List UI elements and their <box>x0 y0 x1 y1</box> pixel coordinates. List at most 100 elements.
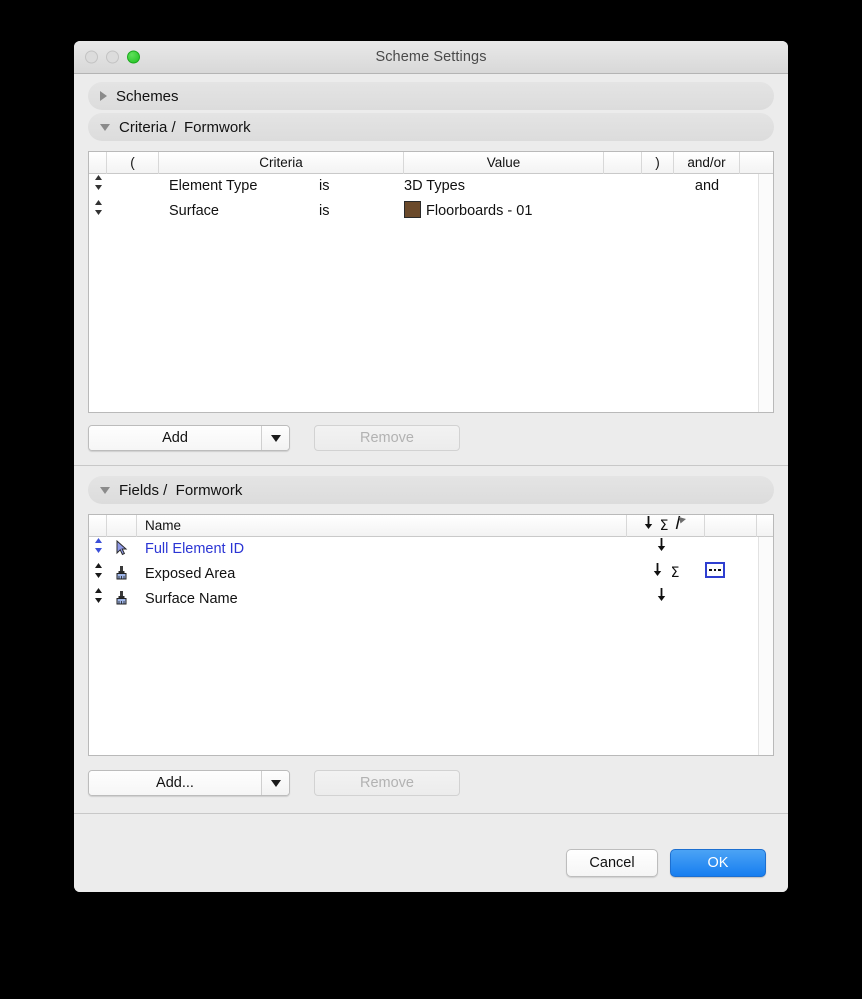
zoom-button-icon[interactable] <box>127 50 140 64</box>
color-swatch[interactable] <box>404 201 421 218</box>
criteria-value-text: Floorboards - 01 <box>426 203 533 219</box>
criteria-button-row: Add Remove <box>88 425 774 451</box>
fields-row-name[interactable]: Exposed Area <box>137 562 627 587</box>
ok-button[interactable]: OK <box>670 849 766 877</box>
criteria-remove-button[interactable]: Remove <box>314 425 460 451</box>
sort-handle-icon[interactable] <box>89 537 107 554</box>
criteria-row-name[interactable]: Element Type <box>159 174 319 199</box>
window-title: Scheme Settings <box>375 49 487 65</box>
sort-handle-icon[interactable] <box>89 587 107 604</box>
fields-remove-button[interactable]: Remove <box>314 770 460 796</box>
sort-handle-icon[interactable] <box>89 562 107 579</box>
cancel-button[interactable]: Cancel <box>566 849 658 877</box>
fields-button-row: Add... Remove <box>88 770 774 796</box>
window-titlebar[interactable]: Scheme Settings <box>74 41 788 74</box>
criteria-row-paren-open[interactable] <box>107 174 159 199</box>
footer-divider <box>74 813 788 814</box>
sort-down-icon[interactable] <box>657 537 666 561</box>
section-label-schemes: Schemes <box>116 87 179 105</box>
fields-row-icon <box>107 537 137 562</box>
dot-icon <box>713 568 717 572</box>
fields-col-handle[interactable] <box>89 515 107 537</box>
fields-row-icon <box>107 562 137 587</box>
disclosure-triangle-open-icon[interactable] <box>100 486 110 494</box>
fields-col-name[interactable]: Name <box>137 515 627 537</box>
criteria-col-spacer2[interactable] <box>604 152 642 174</box>
section-header-fields[interactable]: Fields / Formwork <box>88 476 774 504</box>
fields-row-flags[interactable] <box>627 537 705 562</box>
fields-scrollbar[interactable] <box>758 537 773 755</box>
chevron-down-icon <box>270 434 281 442</box>
sort-down-icon <box>644 515 653 536</box>
sigma-toggle[interactable]: Σ <box>671 566 680 580</box>
sort-down-icon[interactable] <box>653 562 662 586</box>
section-header-criteria[interactable]: Criteria / Formwork <box>88 113 774 141</box>
fields-table-header: Name Σ <box>89 515 773 537</box>
criteria-row-name[interactable]: Surface <box>159 199 319 224</box>
criteria-col-criteria[interactable]: Criteria <box>159 152 404 174</box>
fields-row-flags[interactable] <box>627 587 705 612</box>
fields-row-handle[interactable] <box>89 537 107 562</box>
fields-table: Name Σ Full Element ID Exposed Area Σ Su… <box>88 514 774 756</box>
fields-row-name[interactable]: Surface Name <box>137 587 627 612</box>
criteria-row-paren-close[interactable] <box>642 174 674 199</box>
criteria-row-value[interactable]: 3D Types <box>404 174 604 199</box>
criteria-table-header: ( Criteria Value ) and/or <box>89 152 773 174</box>
section-label-fields: Fields / Formwork <box>119 481 243 499</box>
fields-row-name[interactable]: Full Element ID <box>137 537 627 562</box>
sort-down-icon[interactable] <box>657 587 666 611</box>
fields-row-handle[interactable] <box>89 587 107 612</box>
criteria-col-value[interactable]: Value <box>404 152 604 174</box>
fields-row-handle[interactable] <box>89 562 107 587</box>
dot-icon <box>709 568 712 572</box>
dialog-content: Schemes Criteria / Formwork ( Criteria V… <box>74 74 788 834</box>
criteria-row-handle[interactable] <box>89 199 107 224</box>
more-options-button[interactable] <box>705 562 725 578</box>
criteria-row-operator[interactable]: is <box>319 199 404 224</box>
criteria-row-operator[interactable]: is <box>319 174 404 199</box>
fields-add-dropdown-button[interactable] <box>261 771 289 795</box>
sort-handle-icon[interactable] <box>89 174 107 191</box>
sort-handle-icon[interactable] <box>89 199 107 216</box>
criteria-col-andor[interactable]: and/or <box>674 152 740 174</box>
criteria-add-split-button[interactable]: Add <box>88 425 290 451</box>
fields-row-flags[interactable]: Σ <box>627 562 705 587</box>
disclosure-triangle-closed-icon[interactable] <box>100 91 107 101</box>
traffic-light-group <box>85 50 140 64</box>
criteria-value-text: 3D Types <box>404 178 465 194</box>
section-label-criteria: Criteria / Formwork <box>119 118 251 136</box>
criteria-add-dropdown-button[interactable] <box>261 426 289 450</box>
table-row[interactable]: Full Element ID <box>89 537 773 562</box>
fields-col-icons[interactable]: Σ <box>627 515 705 537</box>
table-row[interactable]: Surface Name <box>89 587 773 612</box>
criteria-col-paren-open[interactable]: ( <box>107 152 159 174</box>
criteria-row-andor[interactable]: and <box>674 174 740 199</box>
section-divider <box>74 465 788 466</box>
table-row[interactable]: Surface is Floorboards - 01 <box>89 199 773 224</box>
criteria-add-button[interactable]: Add <box>89 426 261 450</box>
table-row[interactable]: Element Type is 3D Types and <box>89 174 773 199</box>
criteria-col-paren-close[interactable]: ) <box>642 152 674 174</box>
fields-add-split-button[interactable]: Add... <box>88 770 290 796</box>
paintbrush-icon <box>116 566 127 580</box>
fields-col-end <box>757 515 772 537</box>
criteria-row-value[interactable]: Floorboards - 01 <box>404 199 604 224</box>
fields-row-options[interactable] <box>705 562 757 587</box>
criteria-row-andor[interactable] <box>674 199 740 224</box>
disclosure-triangle-open-icon[interactable] <box>100 123 110 131</box>
fields-add-button[interactable]: Add... <box>89 771 261 795</box>
criteria-col-handle[interactable] <box>89 152 107 174</box>
close-button-icon <box>85 50 98 64</box>
criteria-row-paren-open[interactable] <box>107 199 159 224</box>
dialog-footer: Cancel OK <box>74 834 788 892</box>
section-header-schemes[interactable]: Schemes <box>88 82 774 110</box>
fields-col-options[interactable] <box>705 515 757 537</box>
criteria-row-paren-close[interactable] <box>642 199 674 224</box>
criteria-row-spacer <box>604 174 642 199</box>
dot-icon <box>718 568 721 572</box>
criteria-row-handle[interactable] <box>89 174 107 199</box>
fields-col-icon[interactable] <box>107 515 137 537</box>
cursor-arrow-icon <box>116 539 128 556</box>
criteria-scrollbar[interactable] <box>758 174 773 412</box>
table-row[interactable]: Exposed Area Σ <box>89 562 773 587</box>
